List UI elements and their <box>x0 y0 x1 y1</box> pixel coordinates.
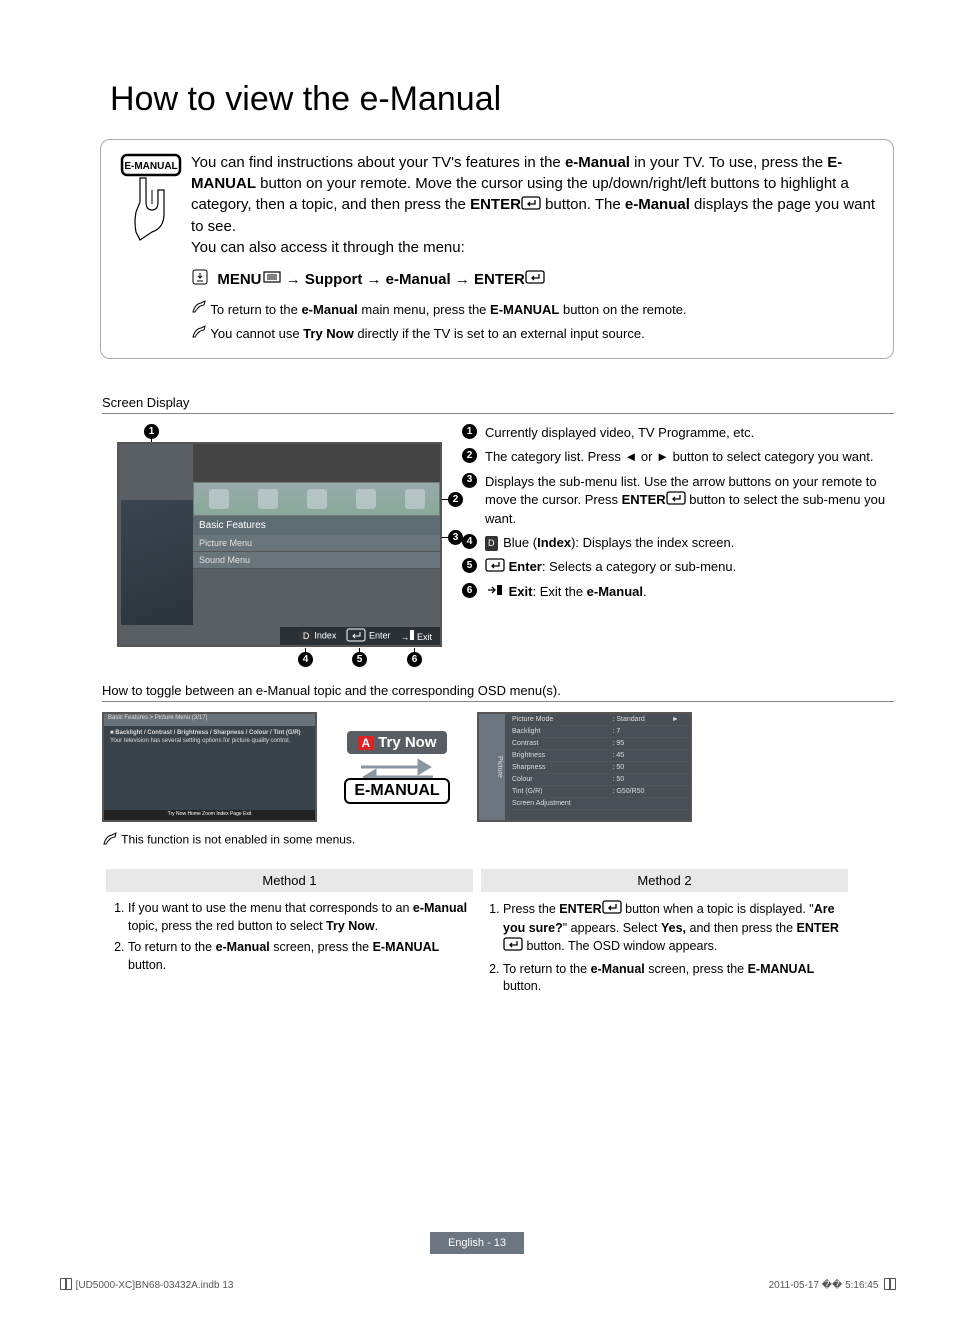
intro-paragraph-1: You can find instructions about your TV'… <box>191 152 877 237</box>
legend-1: Currently displayed video, TV Programme,… <box>485 424 894 442</box>
menu-icon <box>262 269 282 290</box>
legend-6: Exit: Exit the e-Manual. <box>485 583 894 602</box>
page-footer: English - 13 <box>0 1233 954 1251</box>
method2-steps: Press the ENTER button when a topic is d… <box>477 900 852 1000</box>
document-footer: [UD5000-XC]BN68-03432A.indb 13 2011-05-1… <box>60 1278 894 1291</box>
screen-display-heading: Screen Display <box>102 395 894 414</box>
method2-heading: Method 2 <box>481 869 848 892</box>
callout-6: 6 <box>407 652 422 667</box>
enter-icon <box>525 269 545 290</box>
method1-steps: If you want to use the menu that corresp… <box>102 900 477 1000</box>
intro-paragraph-2: You can also access it through the menu: <box>191 237 877 258</box>
note-1: To return to the e-Manual main menu, pre… <box>191 300 877 320</box>
tv-submenu-1: Picture Menu <box>193 535 440 552</box>
function-note: This function is not enabled in some men… <box>102 832 894 849</box>
method1-heading: Method 1 <box>106 869 473 892</box>
enter-icon <box>521 195 541 216</box>
remote-illustration: E-MANUAL <box>111 152 191 344</box>
emanual-screenshot: Basic Features > Picture Menu (3/17) ■ B… <box>102 712 317 822</box>
tv-category: Basic Features <box>193 516 440 535</box>
callout-4: 4 <box>298 652 313 667</box>
hand-icon <box>191 268 209 292</box>
note-icon <box>191 300 207 320</box>
callout-3: 3 <box>448 530 463 545</box>
svg-text:E-MANUAL: E-MANUAL <box>124 161 177 172</box>
osd-table: Picture Mode: Standard► Backlight: 7 Con… <box>509 714 689 810</box>
callout-5: 5 <box>352 652 367 667</box>
toggle-heading: How to toggle between an e-Manual topic … <box>102 683 894 702</box>
callout-2: 2 <box>448 492 463 507</box>
legend-4: D Blue (Index): Displays the index scree… <box>485 534 894 552</box>
legend-2: The category list. Press ◄ or ► button t… <box>485 448 894 466</box>
toggle-arrows: ATry Now E-MANUAL <box>327 731 467 804</box>
legend-5: Enter: Selects a category or sub-menu. <box>485 558 894 577</box>
try-now-button[interactable]: ATry Now <box>347 731 446 754</box>
tv-submenu-2: Sound Menu <box>193 552 440 569</box>
note-icon <box>191 325 207 345</box>
emanual-button[interactable]: E-MANUAL <box>344 778 449 804</box>
callout-1: 1 <box>144 424 159 439</box>
page-title: How to view the e-Manual <box>110 80 894 119</box>
osd-screenshot: Picture Picture Mode: Standard► Backligh… <box>477 712 692 822</box>
menu-path: MENU → Support → e-Manual → ENTER <box>191 268 877 292</box>
intro-box: E-MANUAL You can find instructions about… <box>100 139 894 359</box>
legend: 1Currently displayed video, TV Programme… <box>462 424 894 647</box>
screen-diagram: 1 Basic Features Picture Menu Sound Menu… <box>102 424 462 647</box>
note-2: You cannot use Try Now directly if the T… <box>191 324 877 344</box>
legend-3: Displays the sub-menu list. Use the arro… <box>485 473 894 529</box>
